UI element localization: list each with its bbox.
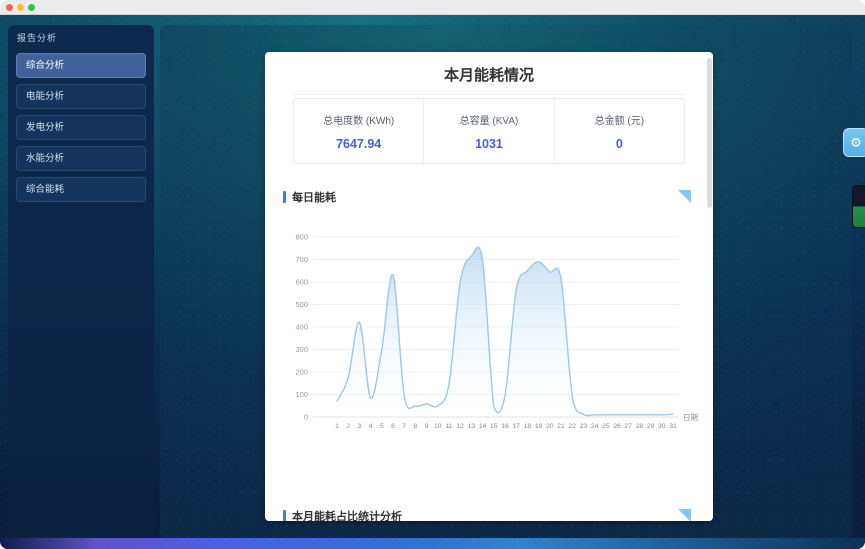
report-title: 本月能耗情况: [265, 52, 713, 85]
monthly-ratio-section-header: 本月能耗占比统计分析: [283, 508, 402, 521]
collapse-triangle-icon[interactable]: [678, 509, 691, 521]
sidebar-item-comprehensive-analysis[interactable]: 综合分析: [16, 53, 146, 78]
stat-total-amount: 总金额 (元) 0: [554, 99, 684, 163]
bottom-gradient-bar: [0, 538, 865, 549]
daily-energy-section-header: 每日能耗: [283, 189, 336, 205]
svg-text:19: 19: [535, 423, 543, 430]
title-divider: [293, 94, 685, 95]
svg-text:8: 8: [414, 423, 418, 430]
svg-text:4: 4: [369, 423, 373, 430]
docked-mini-widget[interactable]: [852, 185, 865, 228]
svg-text:15: 15: [490, 423, 498, 430]
close-window-button[interactable]: [6, 4, 13, 11]
svg-text:26: 26: [613, 423, 621, 430]
svg-text:500: 500: [295, 300, 308, 309]
svg-text:5: 5: [380, 423, 384, 430]
section-accent-bar: [283, 191, 286, 203]
section-title: 每日能耗: [292, 189, 336, 205]
stat-value: 1031: [424, 137, 553, 151]
svg-text:日期: 日期: [683, 413, 698, 422]
svg-text:400: 400: [295, 323, 308, 332]
svg-text:100: 100: [295, 390, 308, 399]
svg-text:9: 9: [425, 423, 429, 430]
svg-text:21: 21: [557, 423, 565, 430]
svg-text:27: 27: [624, 423, 632, 430]
report-card: 本月能耗情况 总电度数 (KWh) 7647.94 总容量 (KVA) 1031…: [265, 52, 713, 521]
svg-text:6: 6: [391, 423, 395, 430]
svg-text:600: 600: [295, 278, 308, 287]
app-background: 报告分析 综合分析 电能分析 发电分析 水能分析 综合能耗 本月能耗情况 总电度…: [0, 15, 865, 549]
svg-text:14: 14: [479, 423, 487, 430]
sidebar-item-power-generation-analysis[interactable]: 发电分析: [16, 115, 146, 140]
collapse-triangle-icon[interactable]: [678, 190, 691, 203]
card-scrollbar[interactable]: [706, 56, 712, 517]
svg-text:12: 12: [456, 423, 464, 430]
svg-text:3: 3: [358, 423, 362, 430]
svg-text:200: 200: [295, 368, 308, 377]
stat-value: 0: [555, 137, 684, 151]
sidebar-title: 报告分析: [17, 31, 146, 44]
app-window: 报告分析 综合分析 电能分析 发电分析 水能分析 综合能耗 本月能耗情况 总电度…: [0, 0, 865, 549]
section-title: 本月能耗占比统计分析: [292, 508, 402, 521]
stat-label: 总电度数 (KWh): [294, 112, 423, 127]
svg-text:29: 29: [647, 423, 655, 430]
stat-label: 总金额 (元): [555, 112, 684, 127]
zoom-window-button[interactable]: [28, 4, 35, 11]
svg-text:16: 16: [501, 423, 509, 430]
daily-energy-chart: 0100200300400500600700800123456789101112…: [277, 220, 707, 438]
svg-text:2: 2: [346, 423, 350, 430]
monthly-stats-box: 总电度数 (KWh) 7647.94 总容量 (KVA) 1031 总金额 (元…: [293, 98, 685, 164]
sidebar: 报告分析 综合分析 电能分析 发电分析 水能分析 综合能耗: [8, 25, 154, 538]
svg-text:28: 28: [636, 423, 644, 430]
svg-text:300: 300: [295, 345, 308, 354]
svg-text:31: 31: [669, 423, 677, 430]
svg-text:800: 800: [295, 233, 308, 242]
svg-text:23: 23: [580, 423, 588, 430]
svg-text:30: 30: [658, 423, 666, 430]
svg-text:700: 700: [295, 255, 308, 264]
svg-text:18: 18: [524, 423, 532, 430]
sidebar-item-electric-energy-analysis[interactable]: 电能分析: [16, 84, 146, 109]
svg-text:13: 13: [468, 423, 476, 430]
stat-total-capacity: 总容量 (KVA) 1031: [423, 99, 553, 163]
svg-text:24: 24: [591, 423, 599, 430]
section-accent-bar: [283, 510, 286, 521]
stat-value: 7647.94: [294, 137, 423, 151]
macos-titlebar: [0, 0, 865, 15]
svg-text:0: 0: [304, 413, 308, 422]
svg-text:22: 22: [568, 423, 576, 430]
minimize-window-button[interactable]: [17, 4, 24, 11]
svg-text:20: 20: [546, 423, 554, 430]
stat-label: 总容量 (KVA): [424, 112, 553, 127]
svg-text:1: 1: [335, 423, 339, 430]
stat-total-kwh: 总电度数 (KWh) 7647.94: [294, 99, 423, 163]
main-panel: 本月能耗情况 总电度数 (KWh) 7647.94 总容量 (KVA) 1031…: [160, 25, 852, 538]
svg-text:25: 25: [602, 423, 610, 430]
svg-text:11: 11: [445, 423, 452, 430]
daily-energy-chart-container: 0100200300400500600700800123456789101112…: [277, 220, 707, 443]
scrollbar-thumb[interactable]: [707, 58, 712, 208]
gear-icon: ⚙: [850, 135, 862, 150]
svg-text:17: 17: [512, 423, 520, 430]
assistant-floating-button[interactable]: ⚙: [843, 128, 865, 157]
sidebar-item-water-energy-analysis[interactable]: 水能分析: [16, 146, 146, 171]
svg-text:7: 7: [402, 423, 406, 430]
svg-text:10: 10: [434, 423, 442, 430]
sidebar-item-comprehensive-consumption[interactable]: 综合能耗: [16, 177, 146, 202]
